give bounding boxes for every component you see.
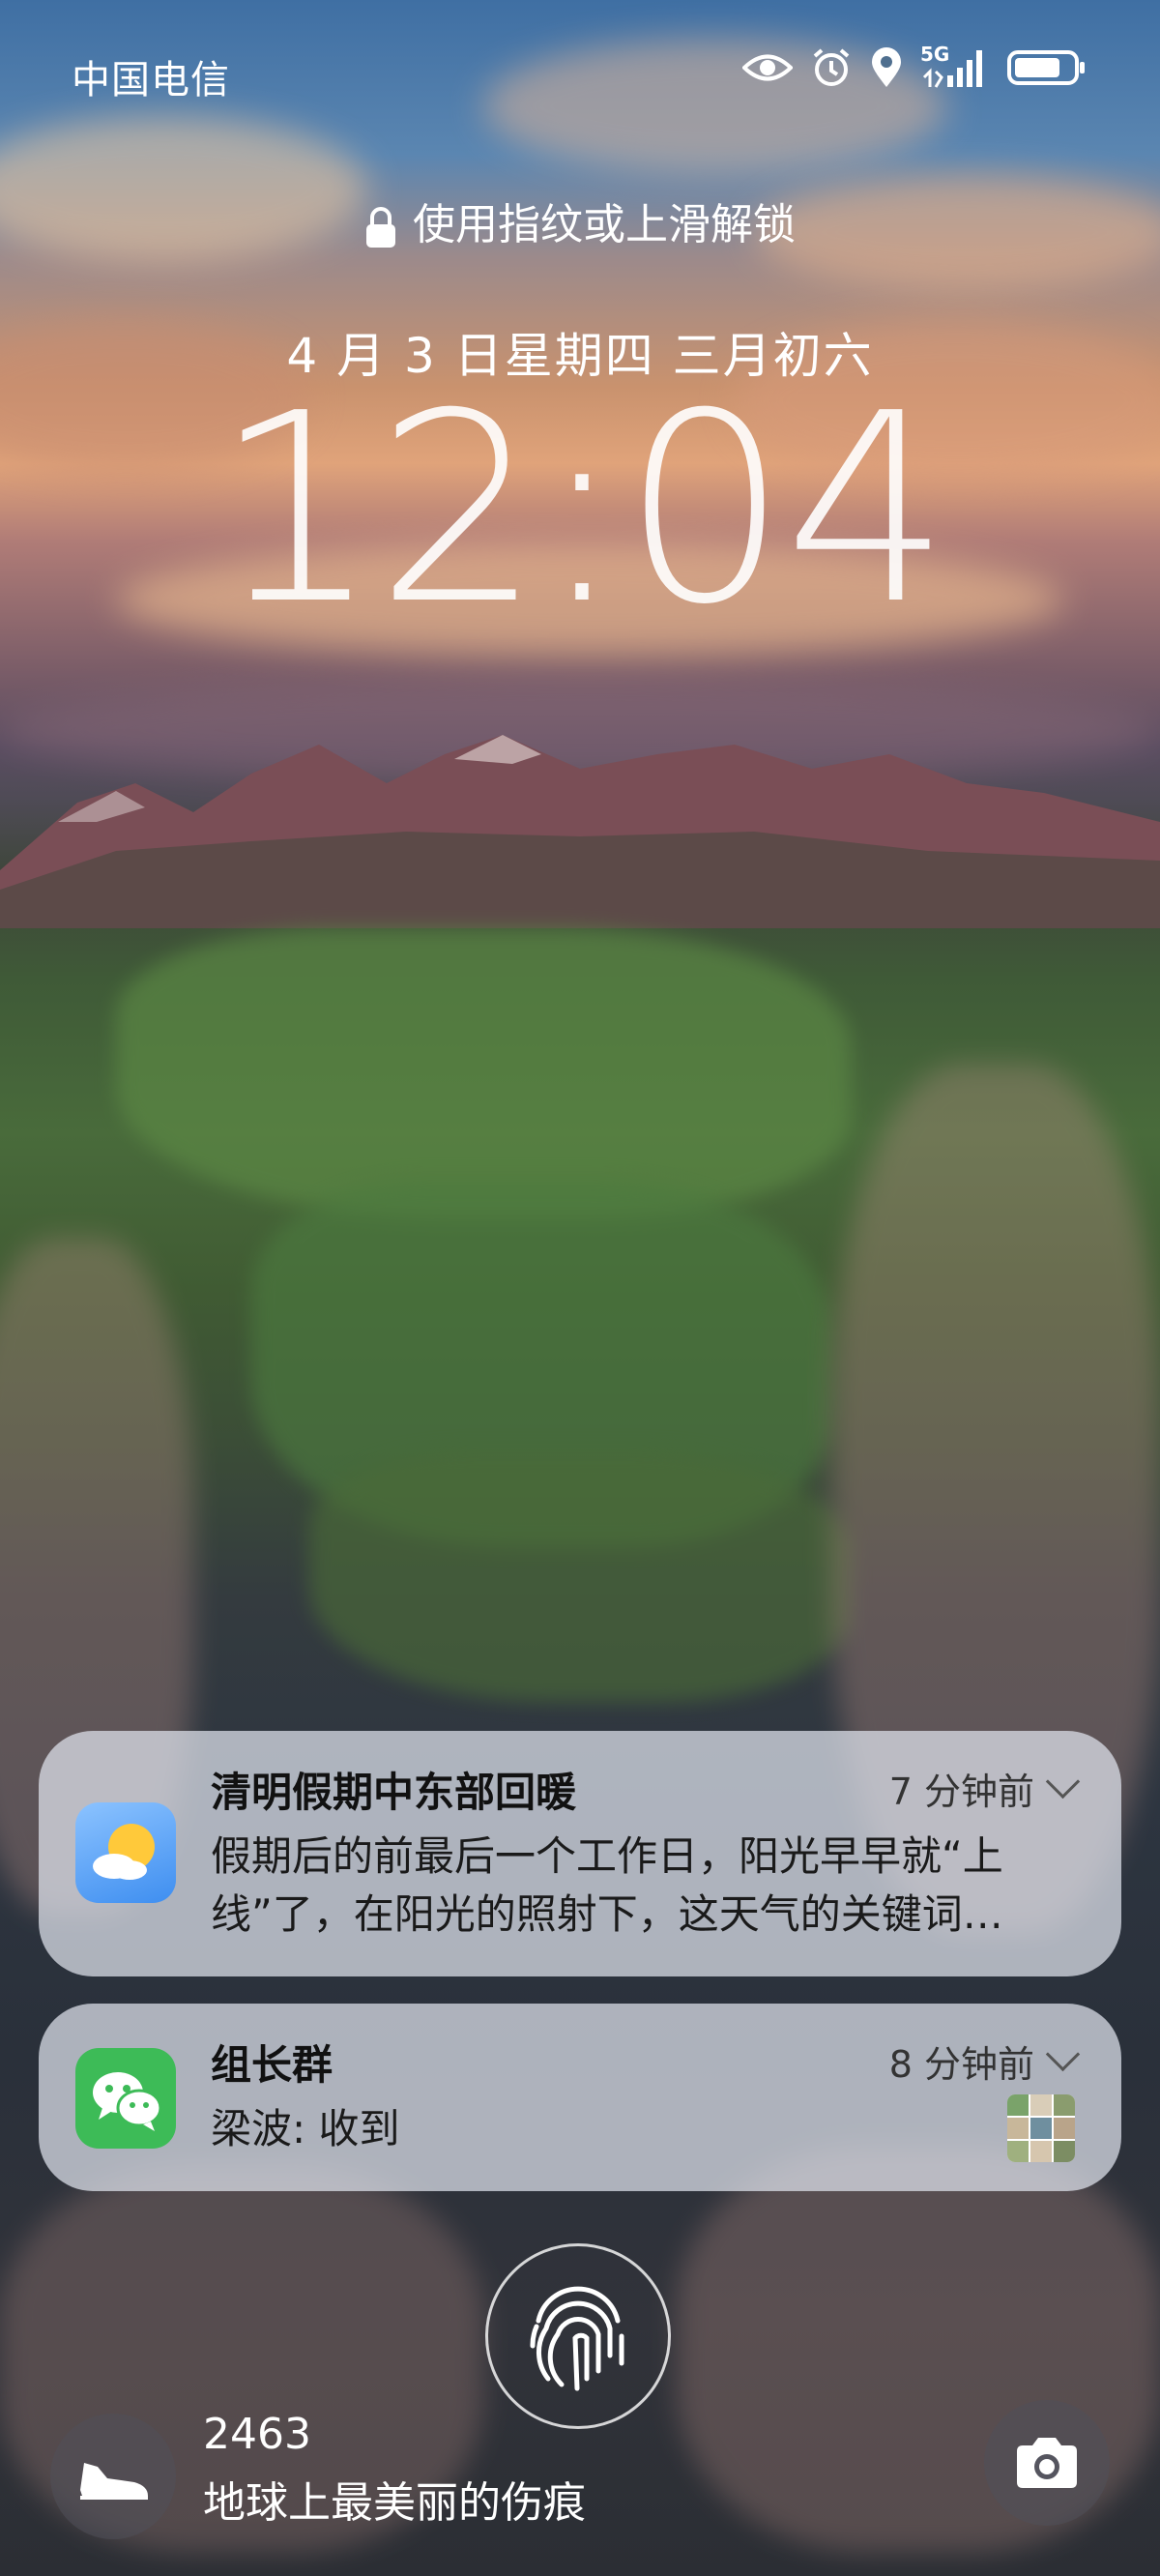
camera-button[interactable] (984, 2400, 1110, 2526)
notification-time: 8 分钟前 (888, 2043, 1034, 2086)
notification-wechat[interactable]: 组长群 8 分钟前 梁波: 收到 (39, 2004, 1121, 2191)
mountains-silhouette (0, 735, 1160, 928)
notification-time: 7 分钟前 (888, 1771, 1034, 1813)
notification-body: 梁波: 收到 (211, 2105, 400, 2152)
notification-weather[interactable]: 清明假期中东部回暖 7 分钟前 假期后的前最后一个工作日，阳光早早就“上线”了，… (39, 1731, 1121, 1976)
fingerprint-sensor[interactable] (485, 2243, 671, 2429)
eye-icon (742, 54, 793, 81)
wallpaper-caption[interactable]: 地球上最美丽的伤痕 (203, 2468, 586, 2530)
status-bar: 中国电信 5G (0, 39, 1160, 106)
battery-icon (1007, 50, 1085, 85)
clock: 12:04 (213, 357, 950, 661)
lock-screen: 中国电信 5G 使用指纹或上滑解锁 4 月 3 日星期四 三月初六 12:04 … (0, 0, 1160, 2576)
notification-title: 清明假期中东部回暖 (211, 1769, 577, 1816)
status-icons: 5G (742, 43, 1087, 89)
step-count: 2463 (203, 2410, 311, 2459)
fingerprint-icon (530, 2286, 624, 2391)
weather-sun-icon (75, 1802, 176, 1903)
chevron-down-icon[interactable] (1045, 1764, 1081, 1800)
signal-icon: 5G (920, 43, 990, 89)
notification-body: 假期后的前最后一个工作日，阳光早早就“上线”了，在阳光的照射下，这天气的关键词… (211, 1832, 1003, 1938)
alarm-icon (813, 48, 850, 86)
unlock-hint: 使用指纹或上滑解锁 (0, 190, 1160, 251)
notification-title: 组长群 (211, 2041, 334, 2089)
group-avatar (1007, 2094, 1075, 2162)
wechat-icon (75, 2048, 176, 2149)
carrier-label: 中国电信 (72, 58, 230, 102)
unlock-hint-text: 使用指纹或上滑解锁 (413, 200, 796, 249)
step-counter-button[interactable] (50, 2414, 176, 2539)
camera-icon (1017, 2438, 1077, 2488)
lock-icon (366, 207, 395, 248)
chevron-down-icon[interactable] (1045, 2036, 1081, 2072)
shoe-icon (80, 2463, 148, 2500)
location-icon (872, 47, 901, 87)
